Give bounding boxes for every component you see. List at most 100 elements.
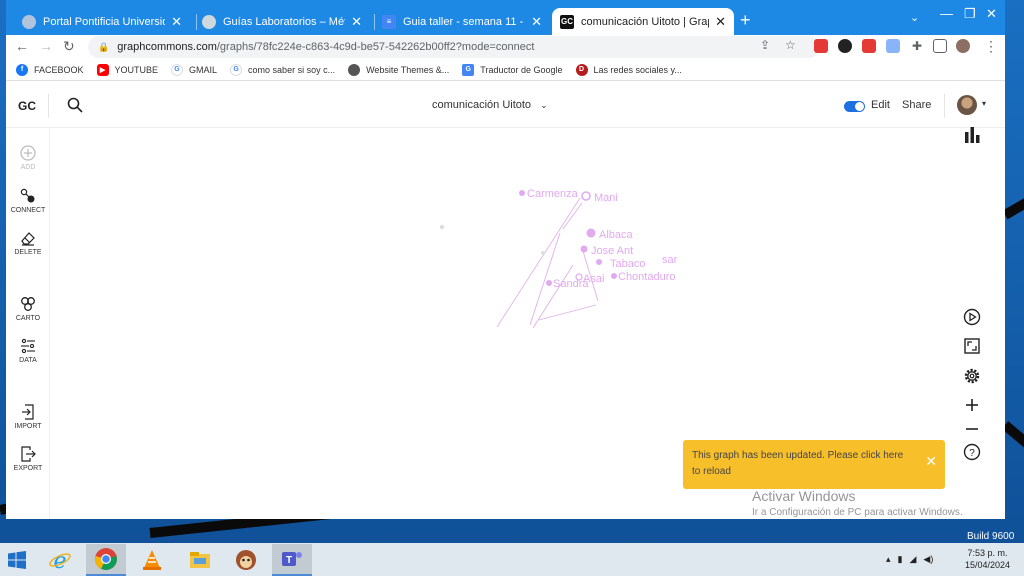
add-icon <box>20 145 36 161</box>
node-label[interactable]: Tabaco <box>610 258 645 270</box>
close-icon[interactable]: ✕ <box>351 14 362 30</box>
close-icon[interactable]: ✕ <box>715 14 726 30</box>
close-icon[interactable]: ✕ <box>531 14 542 30</box>
node-label[interactable]: Jose Ant <box>591 245 633 257</box>
app-monkey-icon[interactable] <box>226 544 266 576</box>
extension-red-icon[interactable] <box>814 39 828 53</box>
toast-message: This graph has been updated. Please clic… <box>692 450 904 477</box>
graph-node-dot[interactable] <box>611 273 617 279</box>
connect-tool[interactable]: CONNECT <box>6 188 50 214</box>
chevron-down-icon[interactable]: ▾ <box>982 99 986 108</box>
bookmark-como-saber[interactable]: G como saber si soy c... <box>230 63 335 76</box>
wallpaper-stripe <box>1001 421 1024 455</box>
node-label[interactable]: Sandra <box>553 278 589 290</box>
search-icon[interactable] <box>67 97 83 113</box>
node-label[interactable]: Chontaduro <box>618 271 676 283</box>
zoom-out-icon[interactable] <box>963 420 981 438</box>
graph-title-dropdown[interactable]: comunicación Uitoto ⌄ <box>432 99 548 111</box>
add-tool[interactable]: ADD <box>6 145 50 171</box>
graph-node-dot[interactable] <box>586 228 596 238</box>
system-clock[interactable]: 7:53 p. m. 15/04/2024 <box>965 547 1010 571</box>
divider <box>48 94 49 118</box>
reload-toast[interactable]: This graph has been updated. Please clic… <box>683 440 945 489</box>
tool-label: ADD <box>20 164 36 171</box>
forward-arrow-icon[interactable]: → <box>39 38 53 54</box>
bookmark-traductor[interactable]: G Traductor de Google <box>462 63 563 76</box>
node-label[interactable]: sar <box>662 254 678 266</box>
delete-tool[interactable]: DELETE <box>6 230 50 256</box>
tab-guias-laboratorios[interactable]: Guías Laboratorios – Métodos Au ✕ <box>194 8 370 35</box>
bar-chart-icon[interactable] <box>963 126 981 144</box>
gc-icon: GC <box>560 14 574 29</box>
bookmark-redes-sociales[interactable]: D Las redes sociales y... <box>575 63 682 76</box>
graph-node-dot[interactable] <box>596 259 602 265</box>
close-icon[interactable]: ✕ <box>171 14 182 30</box>
bookmark-facebook[interactable]: f FACEBOOK <box>16 63 84 76</box>
avatar[interactable] <box>957 95 977 115</box>
tab-portal-javeriana[interactable]: Portal Pontificia Universidad Jave ✕ <box>14 8 190 35</box>
maximize-icon[interactable]: ❐ <box>964 6 976 22</box>
help-icon[interactable]: ? <box>963 443 981 461</box>
carto-icon <box>21 297 35 311</box>
chevron-down-icon[interactable]: ⌄ <box>910 11 919 24</box>
export-tool[interactable]: EXPORT <box>6 446 50 472</box>
chrome-icon[interactable] <box>86 544 126 576</box>
extension-dark-icon[interactable] <box>838 39 852 53</box>
edit-toggle[interactable] <box>844 101 865 112</box>
svg-text:e: e <box>53 549 66 572</box>
graph-node-dot[interactable] <box>546 280 552 286</box>
volume-icon[interactable]: ◀) <box>923 554 933 565</box>
address-bar[interactable]: 🔒 graphcommons.com /graphs/78fc224e-c863… <box>88 36 820 58</box>
close-window-icon[interactable]: ✕ <box>986 6 997 22</box>
extension-record-icon[interactable] <box>862 39 876 53</box>
youtube-icon: ▶ <box>96 63 109 76</box>
import-icon <box>22 404 34 420</box>
bookmark-youtube[interactable]: ▶ YOUTUBE <box>96 63 158 76</box>
chevron-up-icon[interactable]: ▴ <box>886 554 891 565</box>
file-explorer-icon[interactable] <box>180 544 220 576</box>
graph-node-dot[interactable] <box>580 245 588 253</box>
carto-tool[interactable]: CARTO <box>6 296 50 322</box>
fit-screen-icon[interactable] <box>963 337 981 355</box>
windows-start-icon[interactable] <box>8 551 26 569</box>
kebab-menu-icon[interactable]: ⋮ <box>984 38 998 55</box>
extension-doc-icon[interactable] <box>886 39 900 53</box>
node-label[interactable]: Mani <box>594 192 618 204</box>
battery-icon[interactable]: ▮ <box>898 554 903 565</box>
play-icon[interactable] <box>963 308 981 326</box>
bookmark-gmail[interactable]: G GMAIL <box>171 63 217 76</box>
globe-icon <box>348 63 361 76</box>
star-icon[interactable]: ☆ <box>785 38 796 52</box>
bookmark-label: Las redes sociales y... <box>593 64 682 75</box>
tab-graph-commons[interactable]: GC comunicación Uitoto | Graph Co ✕ <box>552 8 734 35</box>
url-host: graphcommons.com <box>117 41 217 53</box>
profile-icon[interactable] <box>956 39 970 53</box>
node-label[interactable]: Albaca <box>599 229 634 241</box>
puzzle-icon[interactable]: ✚ <box>910 39 924 53</box>
internet-explorer-icon[interactable]: e <box>40 544 80 576</box>
import-tool[interactable]: IMPORT <box>6 404 50 430</box>
back-arrow-icon[interactable]: ← <box>15 38 29 54</box>
data-tool[interactable]: DATA <box>6 338 50 364</box>
zoom-in-icon[interactable] <box>963 396 981 414</box>
share-button[interactable]: Share <box>902 99 931 111</box>
activation-watermark-subtitle: Ir a Configuración de PC para activar Wi… <box>752 507 963 518</box>
tool-label: DATA <box>19 357 37 364</box>
gc-logo[interactable]: GC <box>18 99 36 113</box>
share-page-icon[interactable]: ⇪ <box>760 38 770 52</box>
gear-icon[interactable] <box>963 367 981 385</box>
tab-strip: Portal Pontificia Universidad Jave ✕ Guí… <box>6 0 1005 35</box>
graph-node-dot[interactable] <box>581 191 591 201</box>
minimize-icon[interactable]: — <box>940 6 953 21</box>
graph-node-dot[interactable] <box>519 190 525 196</box>
signal-icon[interactable]: ◢ <box>909 554 916 565</box>
node-label[interactable]: Carmenza <box>527 188 579 200</box>
reload-icon[interactable]: ↻ <box>63 38 75 55</box>
tab-guia-taller[interactable]: ≡ Guia taller - semana 11 - GraphC ✕ <box>374 8 550 35</box>
close-icon[interactable]: ✕ <box>925 453 937 469</box>
sidepanel-icon[interactable] <box>933 39 947 53</box>
teams-icon[interactable]: T <box>272 544 312 576</box>
bookmark-website-themes[interactable]: Website Themes &... <box>348 63 449 76</box>
vlc-icon[interactable] <box>132 544 172 576</box>
new-tab-button[interactable]: + <box>740 10 751 31</box>
